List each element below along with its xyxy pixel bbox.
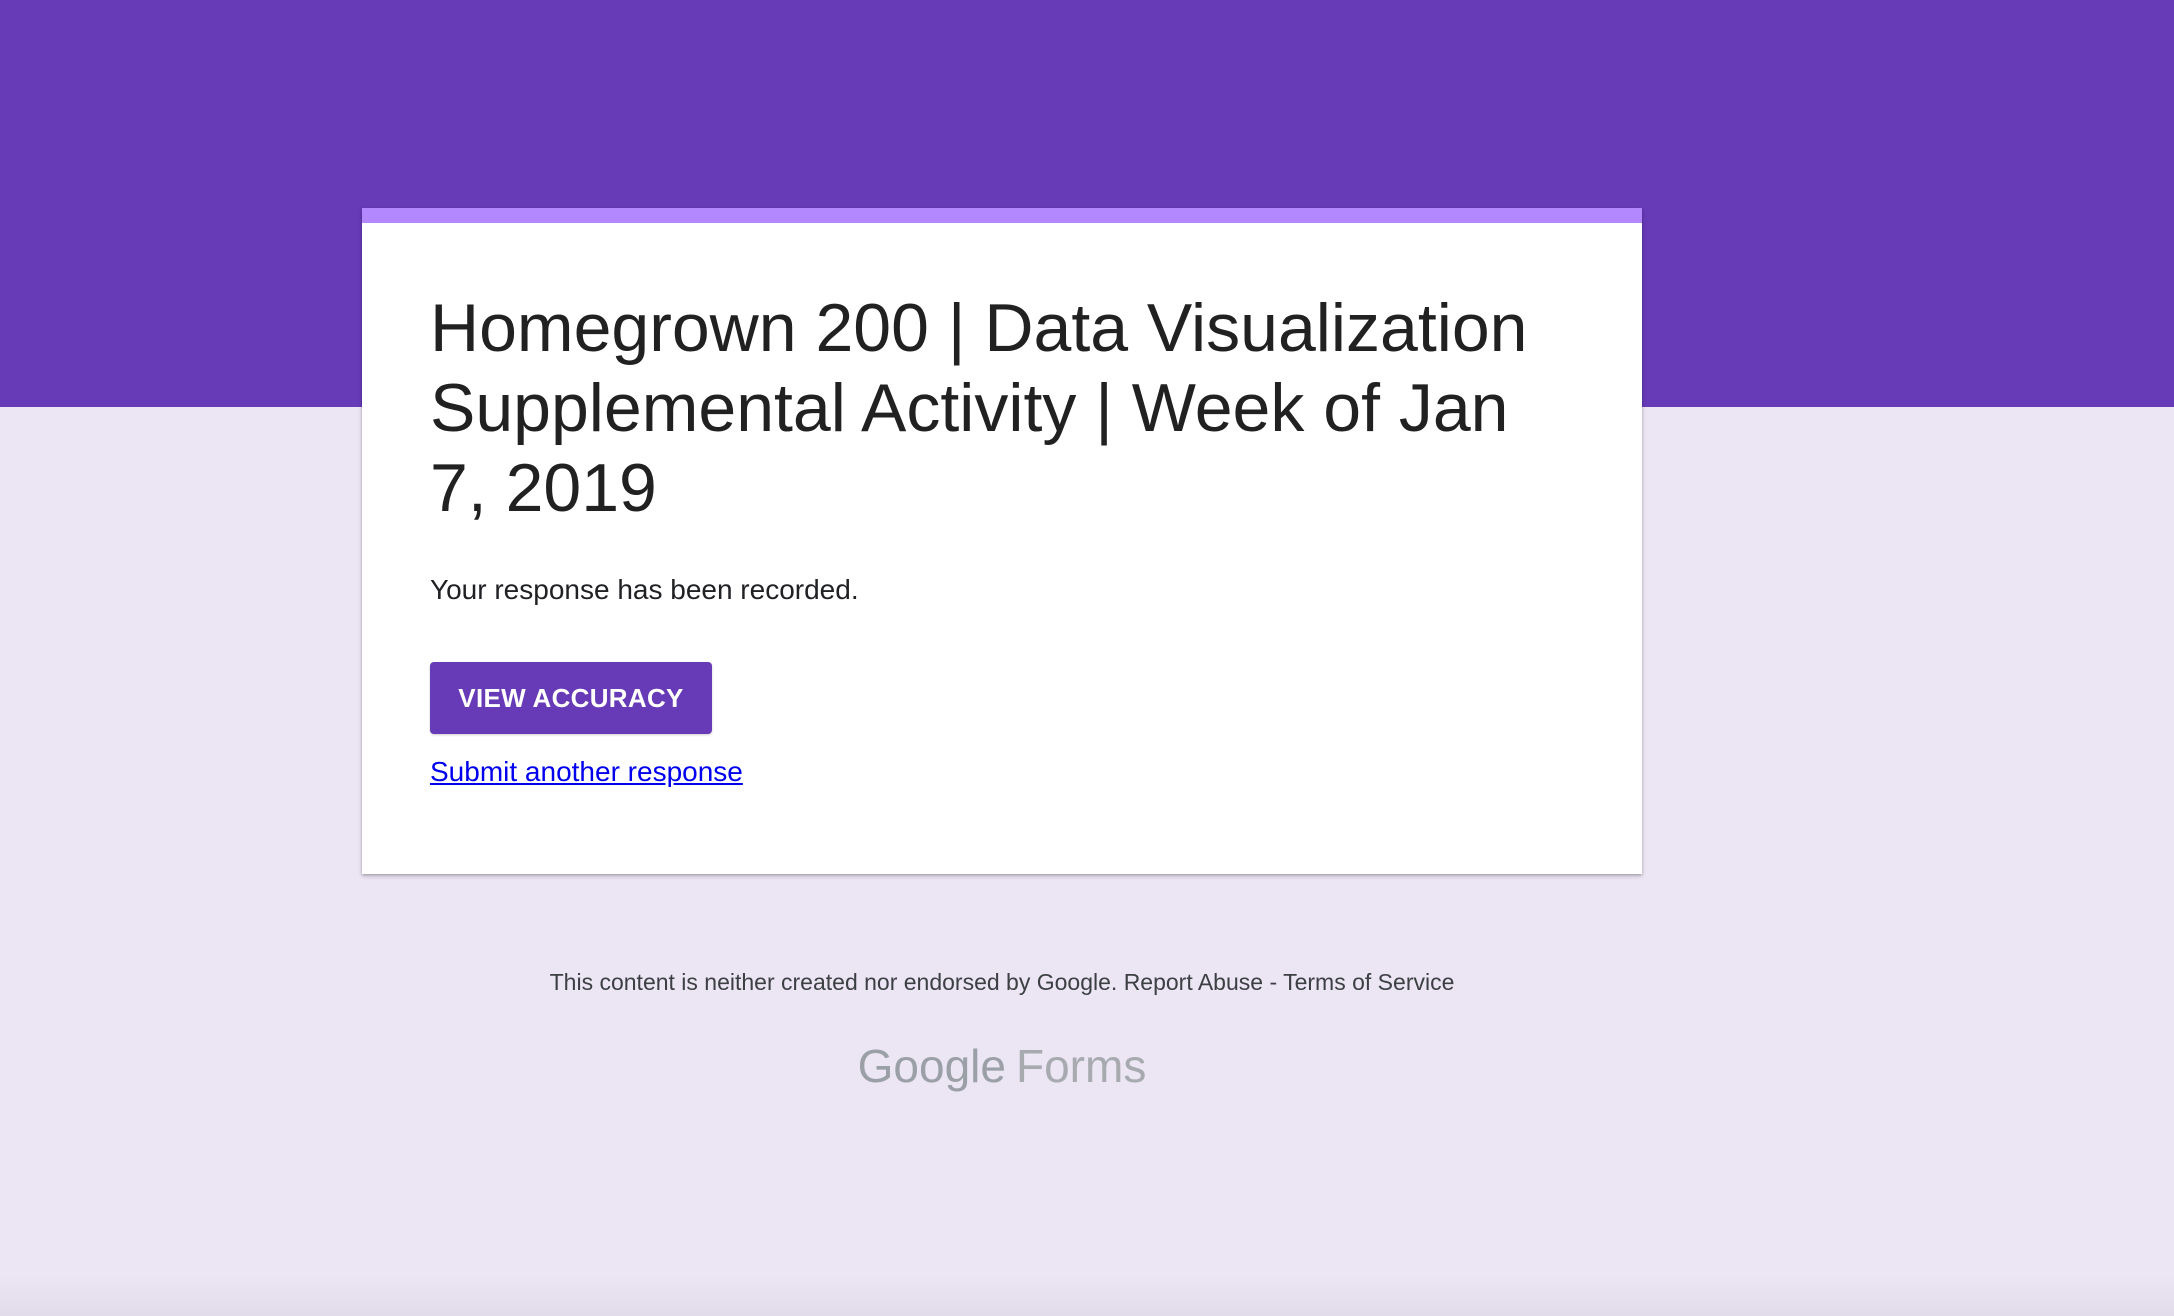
terms-of-service-link[interactable]: Terms of Service: [1283, 969, 1454, 995]
form-title: Homegrown 200 | Data Visualization Suppl…: [430, 290, 1528, 526]
forms-wordmark: Forms: [1016, 1040, 1147, 1092]
google-forms-logo[interactable]: Google Forms: [0, 1036, 2004, 1096]
footer: This content is neither created nor endo…: [0, 964, 2004, 1000]
confirmation-message: Your response has been recorded.: [430, 574, 859, 605]
footer-disclaimer: This content is neither created nor endo…: [549, 969, 1118, 995]
google-wordmark: Google: [857, 1040, 1006, 1092]
bottom-fade: [0, 1276, 2174, 1316]
confirmation-card: Homegrown 200 | Data Visualization Suppl…: [362, 208, 1642, 874]
report-abuse-link[interactable]: Report Abuse: [1124, 969, 1263, 995]
view-accuracy-button[interactable]: VIEW ACCURACY: [430, 662, 712, 734]
submit-another-response-link[interactable]: Submit another response: [430, 754, 743, 790]
card-accent-bar: [362, 208, 1642, 223]
footer-separator: -: [1269, 969, 1278, 995]
